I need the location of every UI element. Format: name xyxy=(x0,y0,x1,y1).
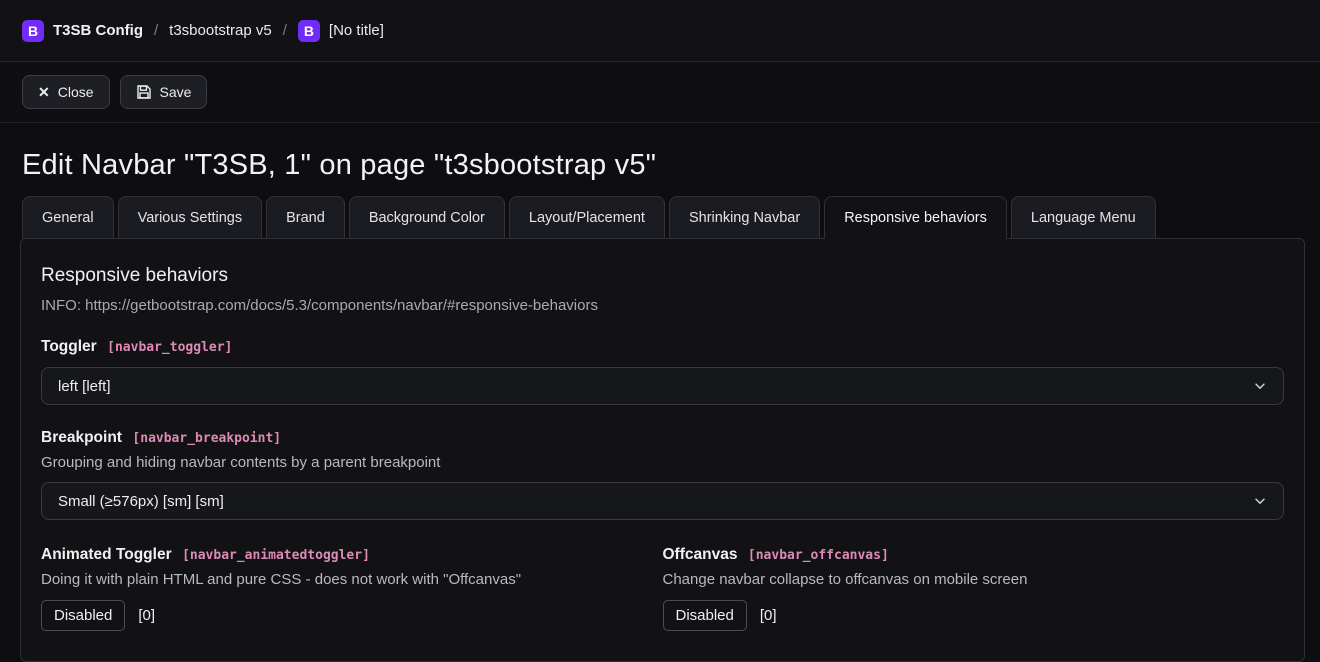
save-icon xyxy=(136,84,152,100)
breakpoint-description: Grouping and hiding navbar contents by a… xyxy=(41,454,1284,471)
tab-responsive-behaviors[interactable]: Responsive behaviors xyxy=(824,196,1007,239)
field-offcanvas: Offcanvas [navbar_offcanvas] Change navb… xyxy=(663,546,1285,631)
breadcrumb-separator: / xyxy=(281,22,289,39)
field-toggler: Toggler [navbar_toggler] left [left] xyxy=(41,338,1284,405)
breadcrumb: B T3SB Config / t3sbootstrap v5 / B [No … xyxy=(0,0,1320,62)
animated-toggler-label: Animated Toggler xyxy=(41,546,172,563)
chevron-down-icon xyxy=(1253,494,1267,508)
chevron-down-icon xyxy=(1253,379,1267,393)
responsive-behaviors-panel: Responsive behaviors INFO: https://getbo… xyxy=(20,238,1305,662)
close-button[interactable]: ✕ Close xyxy=(22,75,110,109)
offcanvas-count: [0] xyxy=(760,607,777,624)
bootstrap-badge-icon: B xyxy=(22,20,44,42)
panel-info-link[interactable]: INFO: https://getbootstrap.com/docs/5.3/… xyxy=(41,297,1284,314)
toggler-field-code: [navbar_toggler] xyxy=(107,340,232,355)
breadcrumb-item-page[interactable]: t3sbootstrap v5 xyxy=(169,22,272,39)
tab-shrinking-navbar[interactable]: Shrinking Navbar xyxy=(669,196,820,238)
tab-background-color[interactable]: Background Color xyxy=(349,196,505,238)
breakpoint-select-value: Small (≥576px) [sm] [sm] xyxy=(58,493,224,510)
close-button-label: Close xyxy=(58,84,94,100)
tab-bar: General Various Settings Brand Backgroun… xyxy=(22,196,1320,238)
offcanvas-label: Offcanvas xyxy=(663,546,738,563)
save-button-label: Save xyxy=(160,84,192,100)
animated-toggler-description: Doing it with plain HTML and pure CSS - … xyxy=(41,571,663,588)
offcanvas-field-code: [navbar_offcanvas] xyxy=(748,548,889,563)
breakpoint-label: Breakpoint xyxy=(41,429,122,446)
toolbar: ✕ Close Save xyxy=(0,62,1320,123)
bootstrap-badge-icon: B xyxy=(298,20,320,42)
breadcrumb-item-record[interactable]: [No title] xyxy=(329,22,384,39)
page-title: Edit Navbar "T3SB, 1" on page "t3sbootst… xyxy=(22,149,1298,182)
toggler-select[interactable]: left [left] xyxy=(41,367,1284,405)
tab-brand[interactable]: Brand xyxy=(266,196,345,238)
breakpoint-select[interactable]: Small (≥576px) [sm] [sm] xyxy=(41,482,1284,520)
panel-heading: Responsive behaviors xyxy=(41,265,1284,287)
tab-general[interactable]: General xyxy=(22,196,114,238)
tab-language-menu[interactable]: Language Menu xyxy=(1011,196,1156,238)
save-button[interactable]: Save xyxy=(120,75,208,109)
animated-toggler-disabled-button[interactable]: Disabled xyxy=(41,600,125,631)
field-animated-toggler: Animated Toggler [navbar_animatedtoggler… xyxy=(41,546,663,631)
toggler-label: Toggler xyxy=(41,338,97,355)
close-icon: ✕ xyxy=(38,85,50,99)
animated-toggler-field-code: [navbar_animatedtoggler] xyxy=(182,548,370,563)
offcanvas-disabled-button[interactable]: Disabled xyxy=(663,600,747,631)
breadcrumb-separator: / xyxy=(152,22,160,39)
field-breakpoint: Breakpoint [navbar_breakpoint] Grouping … xyxy=(41,429,1284,520)
toggler-select-value: left [left] xyxy=(58,378,111,395)
offcanvas-description: Change navbar collapse to offcanvas on m… xyxy=(663,571,1285,588)
tab-various-settings[interactable]: Various Settings xyxy=(118,196,263,238)
animated-toggler-count: [0] xyxy=(138,607,155,624)
breadcrumb-item-config[interactable]: T3SB Config xyxy=(53,22,143,39)
field-row: Animated Toggler [navbar_animatedtoggler… xyxy=(41,546,1284,631)
breakpoint-field-code: [navbar_breakpoint] xyxy=(132,431,281,446)
tab-layout-placement[interactable]: Layout/Placement xyxy=(509,196,665,238)
